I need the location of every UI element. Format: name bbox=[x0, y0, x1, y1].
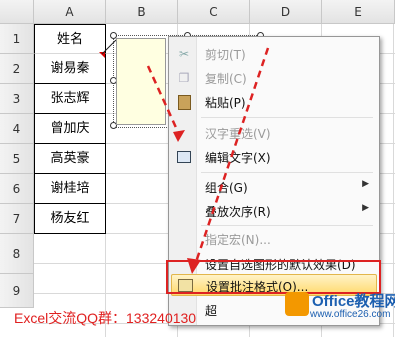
watermark-url: www.office26.com bbox=[310, 309, 391, 320]
highlight-box bbox=[166, 260, 381, 294]
office-logo-icon bbox=[285, 292, 309, 316]
watermark-title: Office教程网 bbox=[312, 293, 395, 310]
qq-group-text: Excel交流QQ群：133240130 bbox=[14, 310, 197, 326]
